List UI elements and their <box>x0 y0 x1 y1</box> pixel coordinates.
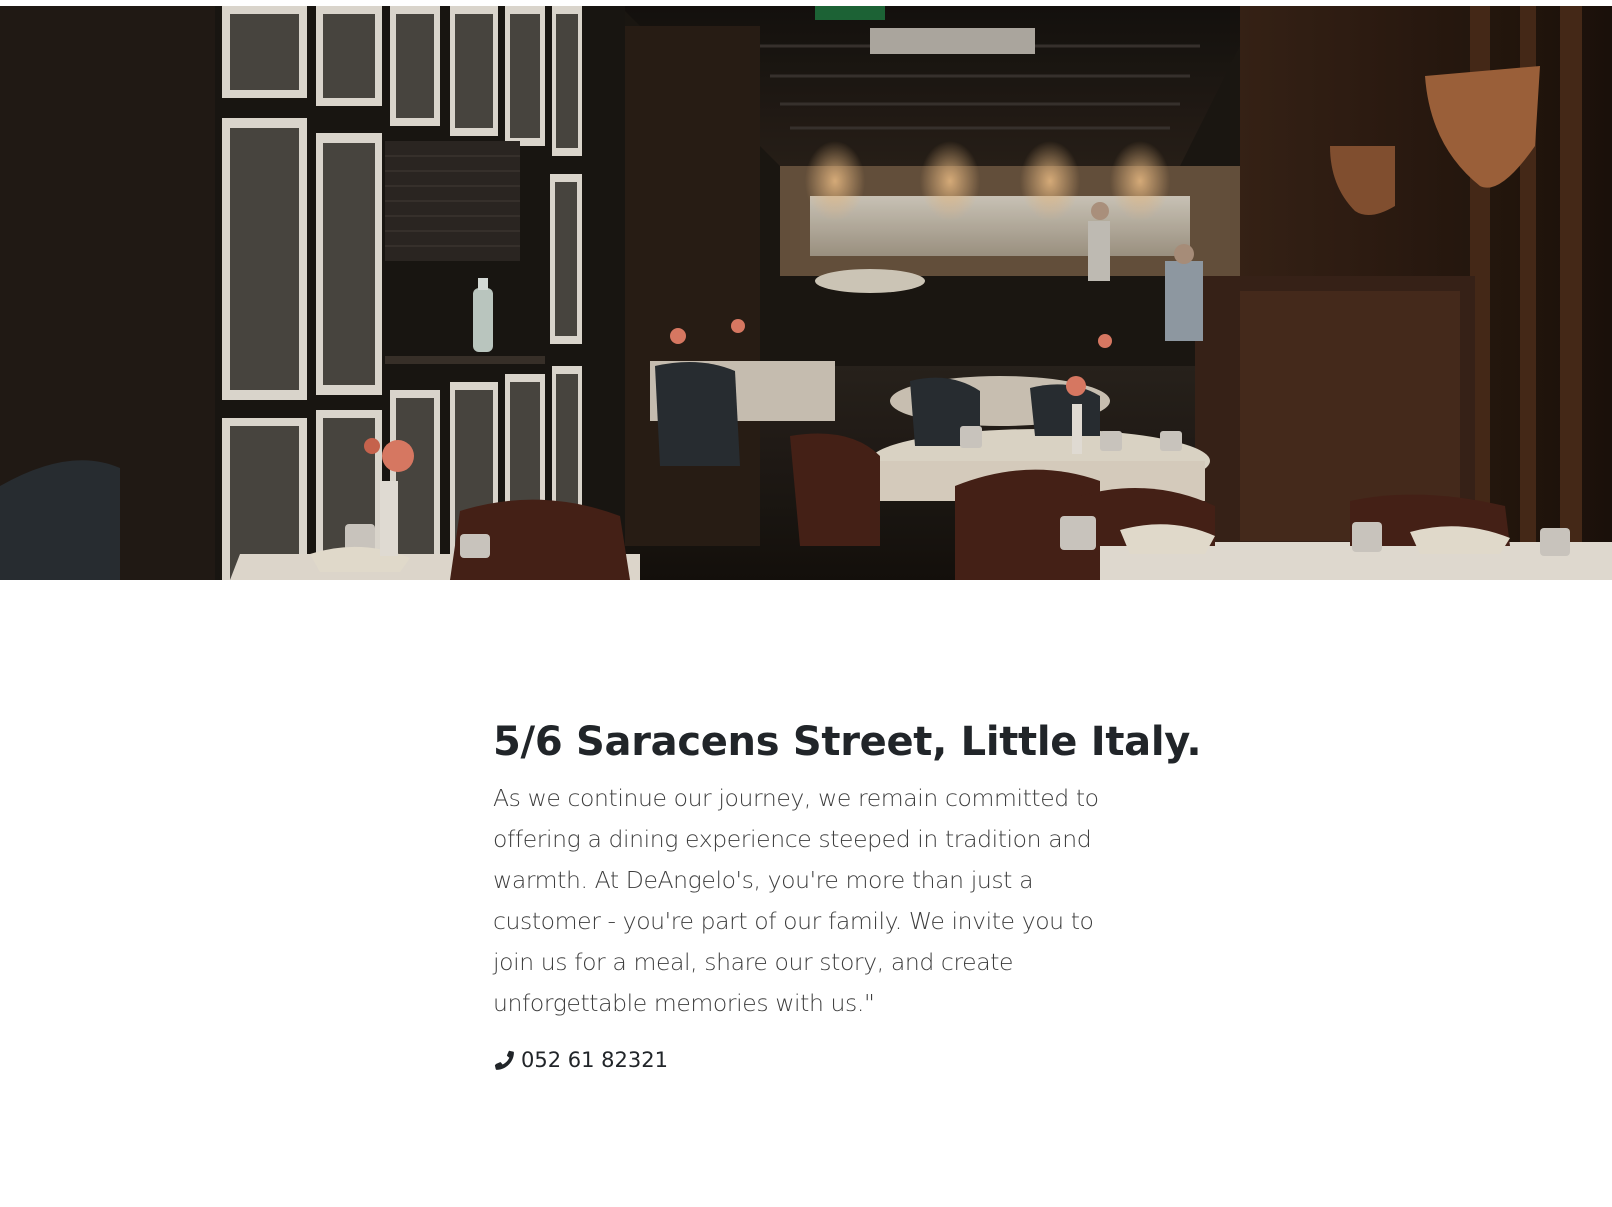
page: 5/6 Saracens Street, Little Italy. As we… <box>0 0 1612 1207</box>
story-paragraph: As we continue our journey, we remain co… <box>493 784 1099 1017</box>
phone-icon <box>493 1049 515 1071</box>
hero-image <box>0 6 1612 580</box>
phone-number-link[interactable]: 052 61 82321 <box>521 1048 668 1072</box>
phone-contact[interactable]: 052 61 82321 <box>493 1048 1133 1072</box>
location-section: 5/6 Saracens Street, Little Italy. As we… <box>493 716 1202 1072</box>
address-heading: 5/6 Saracens Street, Little Italy. <box>493 719 1202 765</box>
restaurant-dining-room-photo <box>0 6 1612 580</box>
